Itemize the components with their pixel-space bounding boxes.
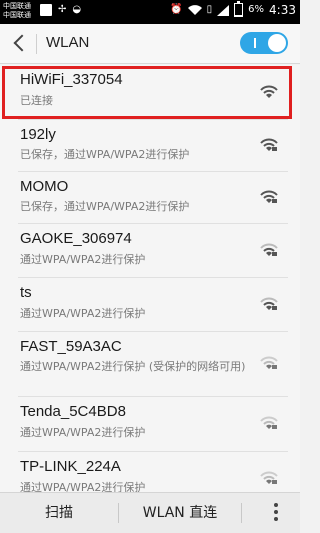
carrier-bottom: 中国联通 [3,11,31,19]
clock: 4:33 [269,3,296,17]
network-name: MOMO [20,178,69,195]
wifi-lock-icon [260,297,278,310]
toggle-knob [268,34,286,52]
dot [274,510,278,514]
wifi-lock-icon [260,416,278,429]
alarm-icon: ⏰ [170,4,183,15]
network-item[interactable]: FAST_59A3AC 通过WPA/WPA2进行保护 (受保护的网络可用) [0,332,300,397]
signal-icon [217,4,230,16]
page-title: WLAN [46,34,90,51]
carrier-labels: 中国联通 中国联通 [3,2,31,20]
wlan-toggle[interactable] [240,32,288,54]
notification-icon [40,4,52,16]
network-item[interactable]: MOMO 已保存，通过WPA/WPA2进行保护 [0,172,300,224]
vibrate-icon: ▯ [206,4,213,15]
bottom-action-bar: 扫描 WLAN 直连 [0,492,300,533]
wifi-lock-icon [260,138,278,151]
network-item[interactable]: ts 通过WPA/WPA2进行保护 [0,278,300,332]
network-name: HiWiFi_337054 [20,71,123,88]
back-button[interactable] [10,32,30,56]
wifi-lock-icon [260,190,278,203]
battery-percent: 6% [248,4,265,15]
wifi-lock-icon [260,243,278,256]
dot [274,503,278,507]
usb-icon: ✢ [58,4,67,15]
wlan-direct-button[interactable]: WLAN 直连 [119,493,241,533]
battery-icon [234,1,244,17]
carrier-top: 中国联通 [3,2,31,10]
network-status: 已保存，通过WPA/WPA2进行保护 [20,200,190,213]
network-item[interactable]: HiWiFi_337054 已连接 [0,65,300,120]
network-name: FAST_59A3AC [20,338,122,355]
system-icons: ⏰ ▯ 6% 4:33 [170,1,296,17]
wifi-signal-icon [260,85,278,98]
network-list: HiWiFi_337054 已连接 192ly 已保存，通过WPA/WPA2进行… [0,65,300,507]
network-item[interactable]: Tenda_5C4BD8 通过WPA/WPA2进行保护 [0,397,300,452]
bottom-divider [241,503,242,523]
network-name: Tenda_5C4BD8 [20,403,126,420]
network-name: 192ly [20,126,56,143]
wifi-lock-icon [260,471,278,484]
network-status: 已保存，通过WPA/WPA2进行保护 [20,148,190,161]
wifi-lock-icon [260,356,278,369]
more-menu-icon[interactable] [274,503,278,523]
shield-icon: ◒ [72,4,82,15]
action-bar: WLAN [0,24,300,64]
network-status: 通过WPA/WPA2进行保护 [20,253,146,266]
dot [274,517,278,521]
toggle-on-mark [254,38,256,48]
network-status: 已连接 [20,94,53,107]
network-name: GAOKE_306974 [20,230,132,247]
wifi-status-icon [187,4,202,15]
network-status: 通过WPA/WPA2进行保护 (受保护的网络可用) [20,360,246,373]
network-name: TP-LINK_224A [20,458,121,475]
network-name: ts [20,284,32,301]
network-status: 通过WPA/WPA2进行保护 [20,426,146,439]
network-status: 通过WPA/WPA2进行保护 [20,307,146,320]
notification-icons: ✢ ◒ [40,4,81,16]
scan-button[interactable]: 扫描 [0,493,118,533]
network-item[interactable]: 192ly 已保存，通过WPA/WPA2进行保护 [0,120,300,172]
status-bar: 中国联通 中国联通 ✢ ◒ ⏰ ▯ 6% 4:33 [0,0,300,24]
header-divider [36,34,37,54]
network-item[interactable]: GAOKE_306974 通过WPA/WPA2进行保护 [0,224,300,278]
